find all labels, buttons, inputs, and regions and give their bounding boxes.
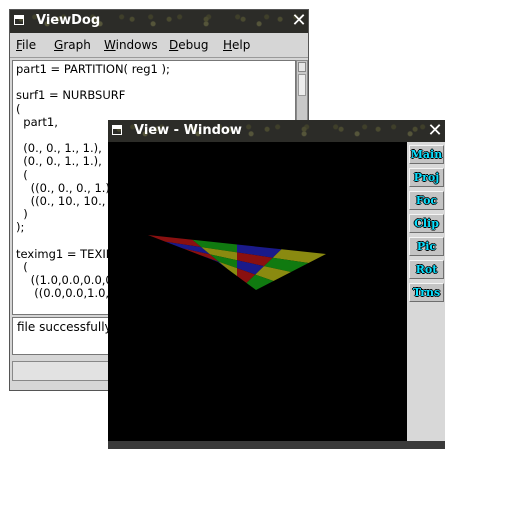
rot-button[interactable]: Rot: [409, 260, 444, 279]
foc-button[interactable]: Foc: [409, 191, 444, 210]
window-menu-icon[interactable]: [14, 15, 24, 25]
window-menu-icon[interactable]: [112, 125, 122, 135]
clip-button[interactable]: Clip: [409, 214, 444, 233]
menu-file[interactable]: File: [16, 38, 36, 52]
nurbs-surface: [148, 235, 326, 290]
menu-debug[interactable]: Debug: [169, 38, 208, 52]
view-window: View - Window ✕ Main Proj Foc Clip Pic R…: [108, 120, 445, 449]
main-button[interactable]: Main: [409, 145, 444, 164]
render-canvas[interactable]: [108, 142, 407, 441]
scrollbar-thumb[interactable]: [298, 74, 306, 96]
trns-button[interactable]: Trns: [409, 283, 444, 302]
menu-graph[interactable]: Graph: [54, 38, 91, 52]
menu-windows[interactable]: Windows: [104, 38, 158, 52]
view-toolbar: Main Proj Foc Clip Pic Rot Trns: [407, 142, 445, 441]
view-window-title: View - Window: [134, 123, 242, 138]
menu-help[interactable]: Help: [223, 38, 250, 52]
pic-button[interactable]: Pic: [409, 237, 444, 256]
menu-bar: File Graph Windows Debug Help: [10, 33, 308, 58]
close-icon[interactable]: ✕: [290, 12, 308, 30]
view-window-bottom-edge: [108, 441, 445, 449]
view-window-titlebar[interactable]: View - Window ✕: [108, 120, 445, 142]
proj-button[interactable]: Proj: [409, 168, 444, 187]
scroll-up-icon[interactable]: [298, 62, 306, 72]
close-icon[interactable]: ✕: [426, 122, 444, 140]
viewdog-titlebar[interactable]: ViewDog ✕: [10, 10, 308, 33]
viewdog-title: ViewDog: [36, 13, 101, 28]
